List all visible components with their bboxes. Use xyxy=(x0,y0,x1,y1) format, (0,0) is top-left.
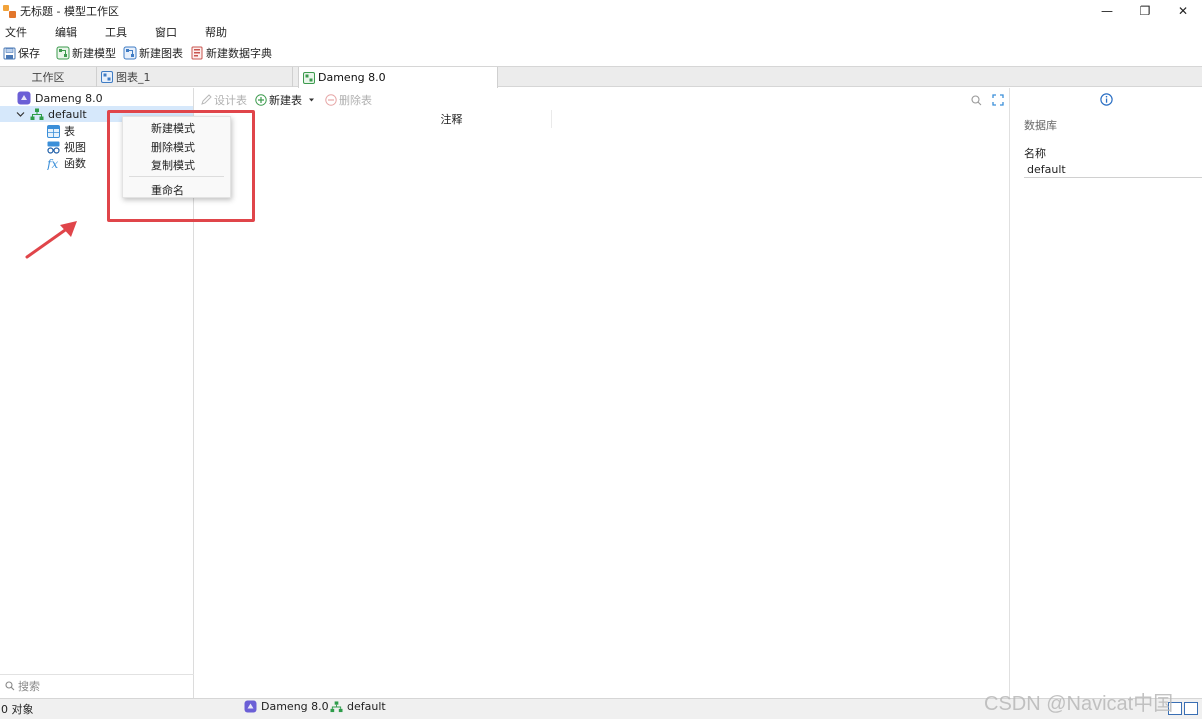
layout-list-icon[interactable] xyxy=(1168,702,1182,715)
menu-file[interactable]: 文件 xyxy=(0,24,40,40)
new-dictionary-label: 新建数据字典 xyxy=(206,47,272,60)
chart-tab-icon xyxy=(101,71,113,83)
name-field[interactable] xyxy=(1024,161,1202,178)
search-icon[interactable] xyxy=(971,94,982,106)
search-field[interactable]: 搜索 xyxy=(0,674,194,696)
design-table-label: 设计表 xyxy=(214,94,247,107)
new-model-icon xyxy=(56,46,70,60)
new-chart-icon xyxy=(123,46,137,60)
object-count: 0 对象 xyxy=(1,703,34,716)
window-controls: — ❐ ✕ xyxy=(1088,0,1202,22)
new-table-label: 新建表 xyxy=(269,94,302,107)
plus-circle-icon xyxy=(255,94,267,106)
chart-tab-label: 图表_1 xyxy=(116,71,151,84)
database-icon xyxy=(17,91,31,105)
object-toolbar: 设计表 新建表 删除表 xyxy=(196,91,1008,109)
function-icon: fx xyxy=(47,157,58,170)
caret-down-icon[interactable] xyxy=(308,97,315,103)
layout-detail-icon[interactable] xyxy=(1184,702,1198,715)
menu-bar: 文件 编辑 工具 窗口 帮助 xyxy=(0,22,1202,42)
schema-icon xyxy=(30,108,44,120)
new-model-label: 新建模型 xyxy=(72,47,116,60)
properties-section-title: 数据库 xyxy=(1024,119,1057,132)
close-button[interactable]: ✕ xyxy=(1164,0,1202,22)
functions-label: 函数 xyxy=(64,157,86,170)
tree-item-views[interactable]: 视图 xyxy=(47,139,86,155)
menu-window[interactable]: 窗口 xyxy=(149,24,190,40)
minimize-button[interactable]: — xyxy=(1088,0,1126,22)
tree-item-tables[interactable]: 表 xyxy=(47,123,75,139)
app-logo-icon xyxy=(3,4,16,18)
menu-edit[interactable]: 编辑 xyxy=(49,24,90,40)
schema-label: default xyxy=(48,107,87,121)
title-bar: 无标题 - 模型工作区 — ❐ ✕ xyxy=(0,0,1202,22)
database-icon xyxy=(244,700,257,713)
tables-label: 表 xyxy=(64,125,75,138)
name-label: 名称 xyxy=(1024,147,1046,160)
fullscreen-icon[interactable] xyxy=(992,94,1004,106)
window-title: 无标题 - 模型工作区 xyxy=(20,5,119,18)
status-database: Dameng 8.0 xyxy=(244,700,329,713)
database-label: Dameng 8.0 xyxy=(35,91,103,105)
delete-table-button[interactable]: 删除表 xyxy=(325,92,372,108)
new-chart-label: 新建图表 xyxy=(139,47,183,60)
svg-text:fx: fx xyxy=(47,157,58,170)
menu-item-delete-schema[interactable]: 删除模式 xyxy=(151,139,195,155)
menu-separator xyxy=(129,176,224,177)
tab-database[interactable]: Dameng 8.0 xyxy=(298,67,498,88)
menu-tools[interactable]: 工具 xyxy=(99,24,140,40)
menu-item-new-schema[interactable]: 新建模式 xyxy=(151,120,195,136)
status-schema: default xyxy=(330,700,386,713)
properties-panel: 数据库 名称 xyxy=(1009,88,1202,698)
database-tab-label: Dameng 8.0 xyxy=(318,71,386,84)
new-dictionary-icon xyxy=(191,46,203,60)
table-icon xyxy=(47,124,60,138)
views-label: 视图 xyxy=(64,141,86,154)
save-label: 保存 xyxy=(18,47,40,60)
search-placeholder: 搜索 xyxy=(18,679,40,693)
database-tab-icon xyxy=(303,71,315,84)
tab-chart[interactable]: 图表_1 xyxy=(97,67,293,87)
restore-button[interactable]: ❐ xyxy=(1126,0,1164,22)
new-table-button[interactable]: 新建表 xyxy=(255,92,317,108)
new-model-button[interactable]: 新建模型 xyxy=(56,45,116,61)
new-chart-button[interactable]: 新建图表 xyxy=(123,45,183,61)
object-toolbar-right xyxy=(961,91,1004,109)
save-button[interactable]: 保存 xyxy=(3,45,40,61)
chevron-down-icon xyxy=(16,111,25,117)
column-header-comment[interactable]: 注释 xyxy=(352,110,552,128)
status-schema-label: default xyxy=(347,700,386,713)
save-icon xyxy=(3,47,16,59)
schema-icon xyxy=(330,700,343,712)
delete-table-label: 删除表 xyxy=(339,94,372,107)
annotation-arrow xyxy=(25,221,77,259)
menu-help[interactable]: 帮助 xyxy=(199,24,240,40)
design-table-button[interactable]: 设计表 xyxy=(200,92,247,108)
tab-bar: 工作区 图表_1 Dameng 8.0 xyxy=(0,66,1202,88)
tree-item-functions[interactable]: fx 函数 xyxy=(47,155,86,171)
status-bar: 0 对象 Dameng 8.0 default xyxy=(0,698,1202,719)
pencil-icon xyxy=(201,94,212,105)
schema-context-menu: 新建模式 删除模式 复制模式 重命名 xyxy=(122,116,231,198)
new-dictionary-button[interactable]: 新建数据字典 xyxy=(190,45,272,61)
info-icon[interactable] xyxy=(1100,93,1113,106)
main-toolbar: 保存 新建模型 新建图表 新建数据字典 xyxy=(0,42,1202,64)
tree-item-database[interactable]: Dameng 8.0 xyxy=(17,90,103,106)
search-icon xyxy=(5,680,15,690)
layout-toggle-group xyxy=(1166,702,1198,715)
minus-circle-icon xyxy=(325,94,337,106)
menu-item-copy-schema[interactable]: 复制模式 xyxy=(151,157,195,173)
tab-workspace[interactable]: 工作区 xyxy=(0,67,97,87)
menu-item-rename[interactable]: 重命名 xyxy=(151,182,184,198)
status-database-label: Dameng 8.0 xyxy=(261,700,329,713)
view-icon xyxy=(47,141,60,154)
